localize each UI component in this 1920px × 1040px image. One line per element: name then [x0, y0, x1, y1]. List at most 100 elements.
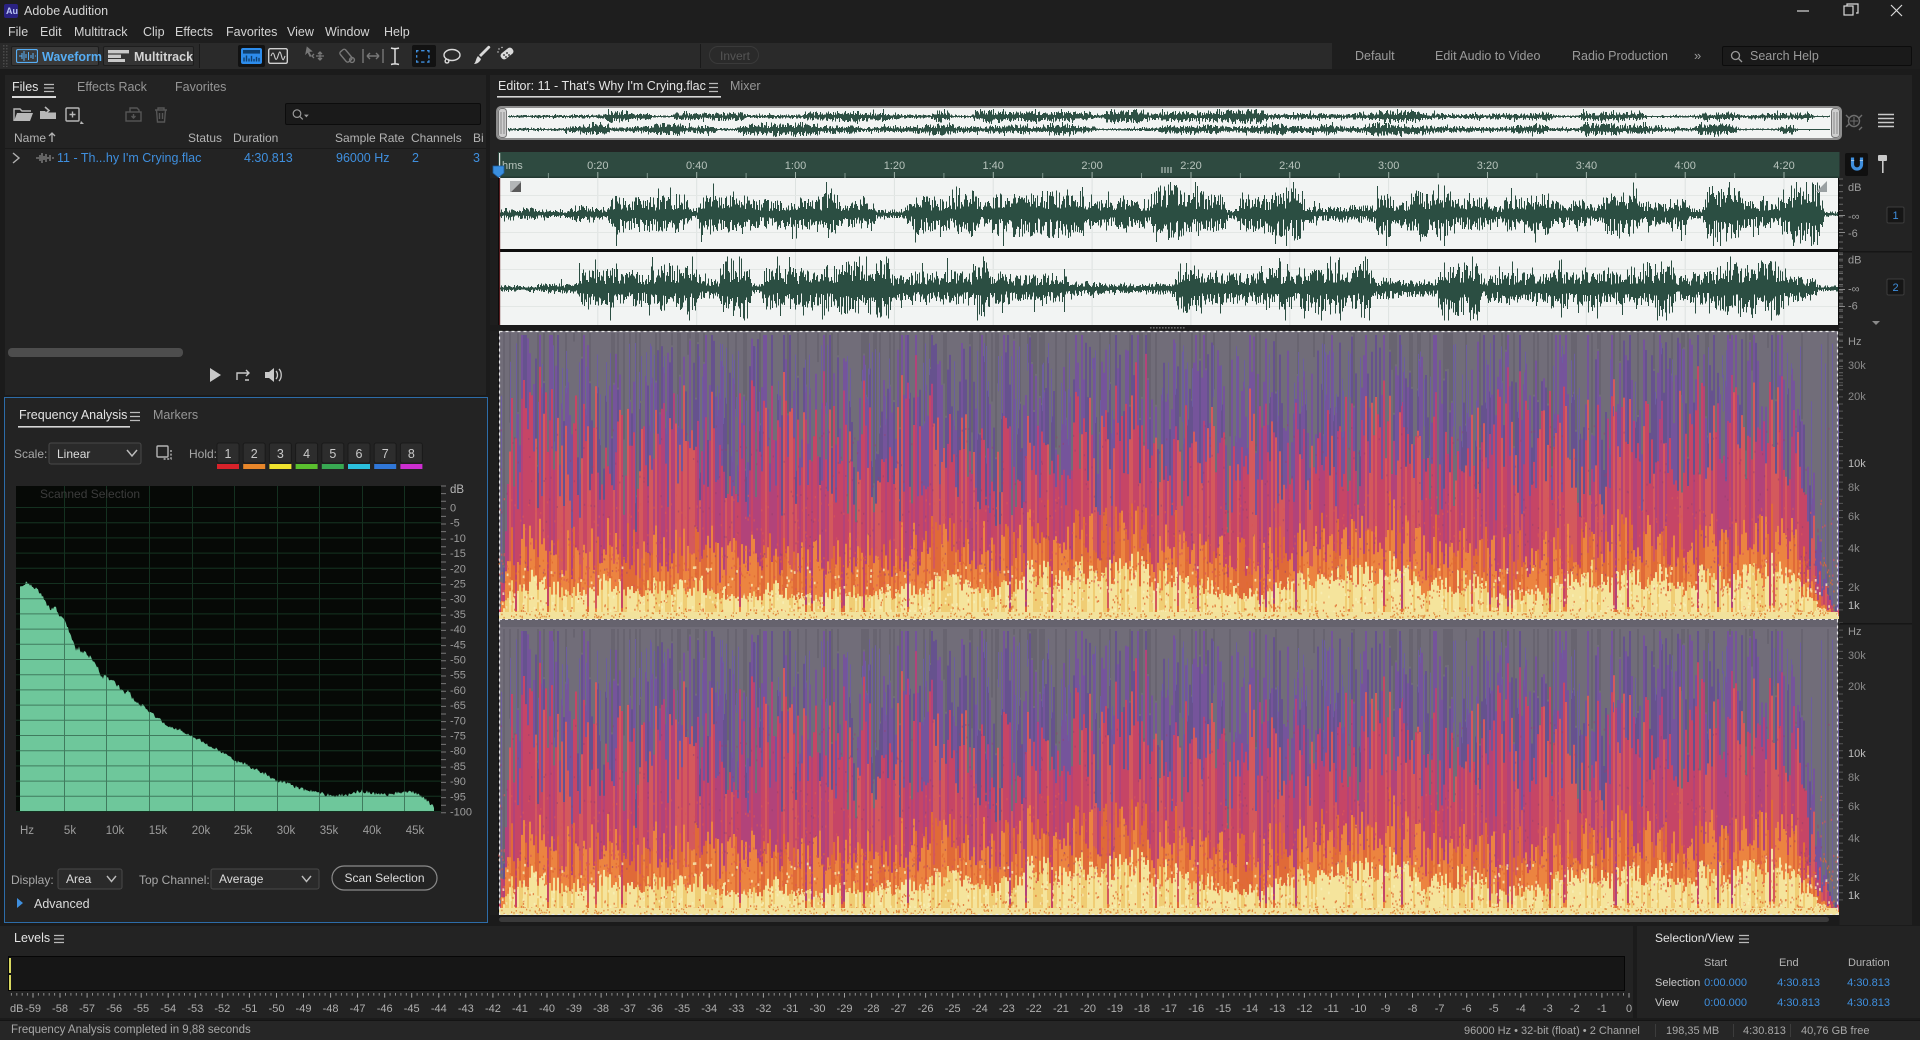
svg-text:3: 3 — [277, 447, 284, 461]
svg-text:-70: -70 — [450, 715, 466, 727]
svg-text:-5: -5 — [1489, 1003, 1499, 1015]
svg-text:Advanced: Advanced — [34, 897, 90, 911]
svg-text:Scan Selection: Scan Selection — [344, 871, 424, 885]
svg-text:-25: -25 — [450, 579, 466, 591]
svg-text:-12: -12 — [1296, 1003, 1312, 1015]
svg-text:0: 0 — [1626, 1003, 1632, 1015]
svg-text:3:00: 3:00 — [1378, 160, 1399, 172]
svg-text:dB: dB — [10, 1003, 23, 1015]
svg-text:8k: 8k — [1848, 482, 1860, 494]
svg-text:3:20: 3:20 — [1477, 160, 1498, 172]
svg-text:10k: 10k — [1848, 458, 1866, 470]
svg-text:Hz: Hz — [1848, 626, 1861, 638]
svg-text:-40: -40 — [450, 624, 466, 636]
svg-text:4:00: 4:00 — [1674, 160, 1695, 172]
svg-text:-11: -11 — [1324, 1003, 1339, 1015]
svg-text:-20: -20 — [1080, 1003, 1096, 1015]
svg-text:1:40: 1:40 — [982, 160, 1003, 172]
svg-text:20k: 20k — [1848, 681, 1866, 693]
svg-text:-15: -15 — [1215, 1003, 1231, 1015]
svg-text:15k: 15k — [149, 825, 168, 837]
svg-text:-33: -33 — [728, 1003, 744, 1015]
svg-text:hms: hms — [502, 160, 523, 172]
svg-text:Markers: Markers — [153, 408, 198, 422]
svg-text:-1: -1 — [1597, 1003, 1607, 1015]
svg-text:1: 1 — [225, 447, 232, 461]
svg-text:-21: -21 — [1053, 1003, 1069, 1015]
svg-text:-48: -48 — [323, 1003, 339, 1015]
svg-text:-65: -65 — [450, 700, 466, 712]
svg-text:-37: -37 — [620, 1003, 636, 1015]
svg-text:5k: 5k — [64, 825, 76, 837]
svg-text:-100: -100 — [450, 807, 472, 819]
svg-text:Frequency Analysis: Frequency Analysis — [19, 408, 127, 422]
svg-text:-6: -6 — [1848, 301, 1858, 313]
svg-text:-53: -53 — [187, 1003, 203, 1015]
svg-text:-5: -5 — [450, 518, 460, 530]
svg-text:-∞: -∞ — [1848, 284, 1860, 296]
svg-text:Mixer: Mixer — [730, 79, 761, 93]
svg-text:-50: -50 — [450, 655, 466, 667]
svg-text:-26: -26 — [918, 1003, 934, 1015]
svg-text:-23: -23 — [999, 1003, 1015, 1015]
svg-text:-45: -45 — [404, 1003, 420, 1015]
svg-text:-9: -9 — [1381, 1003, 1391, 1015]
svg-text:10k: 10k — [1848, 748, 1866, 760]
svg-text:-60: -60 — [450, 685, 466, 697]
svg-text:-45: -45 — [450, 639, 466, 651]
svg-text:20k: 20k — [192, 825, 211, 837]
svg-text:-22: -22 — [1026, 1003, 1042, 1015]
svg-text:-14: -14 — [1242, 1003, 1258, 1015]
svg-text:-42: -42 — [485, 1003, 501, 1015]
svg-text:-25: -25 — [945, 1003, 961, 1015]
svg-text:-7: -7 — [1435, 1003, 1445, 1015]
svg-text:-∞: -∞ — [1848, 211, 1860, 223]
svg-text:-10: -10 — [1351, 1003, 1367, 1015]
svg-text:-40: -40 — [539, 1003, 555, 1015]
svg-text:-16: -16 — [1188, 1003, 1204, 1015]
svg-text:8: 8 — [408, 447, 415, 461]
svg-text:-44: -44 — [431, 1003, 447, 1015]
svg-text:2:20: 2:20 — [1180, 160, 1201, 172]
svg-text:-35: -35 — [450, 609, 466, 621]
svg-text:-6: -6 — [1462, 1003, 1472, 1015]
svg-text:6k: 6k — [1848, 801, 1860, 813]
svg-text:-27: -27 — [891, 1003, 907, 1015]
svg-text:Scanned Selection: Scanned Selection — [40, 487, 140, 501]
svg-text:-46: -46 — [377, 1003, 393, 1015]
svg-text:0: 0 — [450, 503, 456, 515]
svg-text:-49: -49 — [296, 1003, 312, 1015]
svg-text:5: 5 — [329, 447, 336, 461]
svg-text:Linear: Linear — [57, 447, 90, 461]
svg-text:2k: 2k — [1848, 872, 1860, 884]
svg-text:-80: -80 — [450, 746, 466, 758]
svg-text:7: 7 — [382, 447, 389, 461]
svg-text:4k: 4k — [1848, 833, 1860, 845]
svg-text:-29: -29 — [837, 1003, 853, 1015]
svg-text:2:40: 2:40 — [1279, 160, 1300, 172]
svg-text:1k: 1k — [1848, 890, 1860, 902]
svg-text:-47: -47 — [350, 1003, 366, 1015]
svg-text:-30: -30 — [450, 594, 466, 606]
svg-text:4: 4 — [303, 447, 310, 461]
svg-text:35k: 35k — [320, 825, 339, 837]
svg-text:30k: 30k — [1848, 650, 1866, 662]
svg-text:Scale:: Scale: — [14, 447, 47, 461]
svg-text:0:20: 0:20 — [587, 160, 608, 172]
svg-text:Hz: Hz — [1848, 336, 1861, 348]
svg-text:8k: 8k — [1848, 772, 1860, 784]
svg-text:-57: -57 — [79, 1003, 95, 1015]
svg-text:Top Channel:: Top Channel: — [139, 873, 210, 887]
svg-text:dB: dB — [1848, 182, 1861, 194]
svg-text:30k: 30k — [1848, 360, 1866, 372]
svg-text:-39: -39 — [566, 1003, 582, 1015]
svg-text:-19: -19 — [1107, 1003, 1123, 1015]
svg-text:3:40: 3:40 — [1576, 160, 1597, 172]
svg-text:-17: -17 — [1161, 1003, 1177, 1015]
svg-text:25k: 25k — [234, 825, 253, 837]
svg-text:Display:: Display: — [11, 873, 54, 887]
svg-text:Hold:: Hold: — [189, 447, 217, 461]
svg-text:-55: -55 — [133, 1003, 149, 1015]
svg-text:-75: -75 — [450, 731, 466, 743]
svg-text:Average: Average — [219, 872, 264, 886]
